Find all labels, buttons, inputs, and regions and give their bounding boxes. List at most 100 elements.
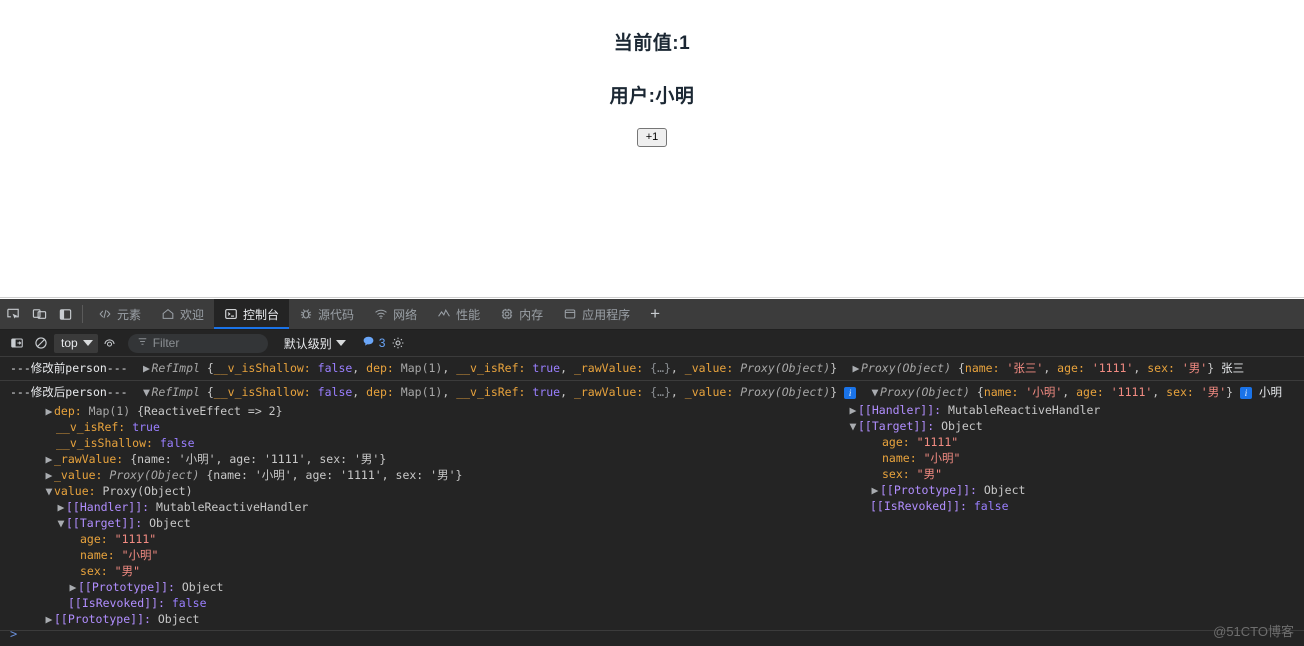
disclosure-triangle[interactable]: ▼ bbox=[870, 384, 880, 400]
console-filter-input[interactable]: Filter bbox=[127, 333, 268, 353]
tree-row-isrevoked[interactable]: [[IsRevoked]]: false bbox=[10, 595, 1304, 611]
prop-name: __v_isShallow: bbox=[213, 361, 311, 375]
prop-value: '张三' bbox=[1006, 361, 1044, 375]
disclosure-triangle[interactable]: ▼ bbox=[56, 515, 66, 531]
prop-name: age: bbox=[1076, 385, 1104, 399]
log-level-select[interactable]: 默认级别 bbox=[284, 335, 346, 352]
disclosure-triangle[interactable]: ▼ bbox=[44, 483, 54, 499]
console-input-prompt[interactable]: > bbox=[10, 626, 17, 642]
prop-name: [[Prototype]]: bbox=[880, 483, 977, 497]
disclosure-triangle[interactable]: ▶ bbox=[44, 611, 54, 627]
tab-welcome[interactable]: 欢迎 bbox=[151, 299, 214, 329]
disclosure-triangle[interactable]: ▼ bbox=[141, 384, 151, 400]
devtools-panel: 元素 欢迎 控制台 源代码 网络 性能 内存 应用程序 + top Filter… bbox=[0, 299, 1304, 646]
disclosure-triangle[interactable]: ▶ bbox=[44, 451, 54, 467]
console-message-row[interactable]: ---修改后person--- ▼ RefImpl {__v_isShallow:… bbox=[0, 381, 1304, 631]
brace-close: } bbox=[1207, 361, 1215, 375]
info-badge-icon[interactable]: i bbox=[844, 386, 857, 399]
tree-row-isref[interactable]: __v_isRef: true bbox=[10, 419, 1304, 435]
prop-value: Proxy(Object) bbox=[740, 385, 831, 399]
disclosure-triangle[interactable]: ▶ bbox=[56, 499, 66, 515]
disclosure-triangle[interactable]: ▶ bbox=[870, 482, 880, 498]
add-tab-button[interactable]: + bbox=[640, 299, 670, 329]
tree-row-prototype[interactable]: ▶ [[Prototype]]: Object bbox=[848, 482, 1100, 498]
clear-console-icon[interactable] bbox=[30, 333, 52, 353]
page-content: 当前值:1 用户:小明 +1 bbox=[0, 0, 1304, 147]
application-window-icon bbox=[563, 307, 577, 321]
prop-name: [[Prototype]]: bbox=[78, 580, 175, 594]
tab-application[interactable]: 应用程序 bbox=[553, 299, 640, 329]
tree-row-name[interactable]: name: "小明" bbox=[848, 450, 1100, 466]
tree-row-rawvalue[interactable]: ▶ _rawValue: {name: '小明', age: '1111', se… bbox=[10, 451, 1304, 467]
prop-name: [[Prototype]]: bbox=[54, 612, 151, 626]
object-tree-right: ▶ [[Handler]]: MutableReactiveHandler ▼[[… bbox=[848, 402, 1101, 514]
issues-counter[interactable]: 3 bbox=[362, 335, 386, 351]
object-constructor: Proxy(Object) bbox=[861, 361, 952, 375]
issues-count: 3 bbox=[378, 336, 386, 350]
prop-name: value: bbox=[54, 484, 96, 498]
disclosure-triangle[interactable]: ▶ bbox=[851, 360, 861, 376]
disclosure-triangle[interactable]: ▶ bbox=[848, 402, 858, 418]
memory-chip-icon bbox=[500, 307, 514, 321]
prop-name: __v_isRef: bbox=[56, 420, 126, 434]
tab-console[interactable]: 控制台 bbox=[214, 299, 290, 329]
tree-row-age[interactable]: age: "1111" bbox=[848, 434, 1100, 450]
disclosure-triangle[interactable]: ▶ bbox=[68, 579, 78, 595]
disclosure-triangle[interactable]: ▶ bbox=[44, 467, 54, 483]
tree-row-isshallow[interactable]: __v_isShallow: false bbox=[10, 435, 1304, 451]
tree-row-isrevoked[interactable]: [[IsRevoked]]: false bbox=[848, 498, 1100, 514]
prop-value: '1111' bbox=[1110, 385, 1153, 399]
gear-icon[interactable] bbox=[387, 333, 409, 353]
tree-row-handler[interactable]: ▶ [[Handler]]: MutableReactiveHandler bbox=[10, 499, 1304, 515]
disclosure-triangle[interactable]: ▼ bbox=[848, 418, 858, 434]
console-message-list[interactable]: ---修改前person--- ▶ RefImpl {__v_isShallow:… bbox=[0, 357, 1304, 646]
prop-value: {ReactiveEffect => 2} bbox=[137, 404, 283, 418]
prop-value: Proxy(Object) bbox=[740, 361, 831, 375]
tree-row-sex[interactable]: sex: "男" bbox=[10, 563, 1304, 579]
dock-side-icon[interactable] bbox=[52, 299, 78, 329]
live-expression-icon[interactable] bbox=[100, 333, 122, 353]
log-tail-value: 张三 bbox=[1221, 363, 1245, 375]
tree-row-value-underscore[interactable]: ▶ _value: Proxy(Object) {name: '小明', age:… bbox=[10, 467, 1304, 483]
tab-label: 欢迎 bbox=[180, 307, 205, 322]
tab-memory[interactable]: 内存 bbox=[490, 299, 553, 329]
console-sidebar-icon[interactable] bbox=[6, 333, 28, 353]
tree-row-name[interactable]: name: "小明" bbox=[10, 547, 1304, 563]
tree-row-sex[interactable]: sex: "男" bbox=[848, 466, 1100, 482]
tab-performance[interactable]: 性能 bbox=[427, 299, 490, 329]
prop-name: sex: bbox=[1166, 385, 1194, 399]
disclosure-triangle[interactable]: ▶ bbox=[44, 403, 54, 419]
tab-elements[interactable]: 元素 bbox=[88, 299, 151, 329]
prop-name: [[Target]]: bbox=[858, 419, 935, 433]
prop-name: age: bbox=[882, 435, 910, 449]
execution-context-select[interactable]: top bbox=[54, 333, 98, 353]
device-toolbar-icon[interactable] bbox=[26, 299, 52, 329]
prop-value: Proxy(Object) bbox=[102, 484, 193, 498]
filter-icon bbox=[137, 336, 148, 350]
prop-name: _rawValue: bbox=[573, 361, 644, 375]
home-icon bbox=[161, 307, 175, 321]
tab-network[interactable]: 网络 bbox=[364, 299, 427, 329]
tree-row-target[interactable]: ▼ [[Target]]: Object bbox=[848, 418, 1100, 434]
prop-value: false bbox=[317, 361, 353, 375]
prop-name: _value: bbox=[684, 361, 734, 375]
tree-row-dep[interactable]: ▶ dep: Map(1) {ReactiveEffect => 2} bbox=[10, 403, 1304, 419]
disclosure-triangle[interactable]: ▶ bbox=[141, 360, 151, 376]
tree-row-target[interactable]: ▼ [[Target]]: Object bbox=[10, 515, 1304, 531]
brace-close: } bbox=[830, 385, 838, 399]
info-badge-icon[interactable]: i bbox=[1240, 386, 1253, 399]
inspect-element-icon[interactable] bbox=[0, 299, 26, 329]
object-tree-left: ▶ dep: Map(1) {ReactiveEffect => 2} __v_i… bbox=[10, 401, 1304, 627]
tree-row-prototype[interactable]: ▶ [[Prototype]]: Object bbox=[10, 579, 1304, 595]
increment-button[interactable]: +1 bbox=[636, 128, 668, 147]
toolbar-divider bbox=[82, 305, 83, 323]
performance-gauge-icon bbox=[437, 307, 451, 321]
tree-row-age[interactable]: age: "1111" bbox=[10, 531, 1304, 547]
tree-row-prototype-root[interactable]: ▶ [[Prototype]]: Object bbox=[10, 611, 1304, 627]
tree-row-handler[interactable]: ▶ [[Handler]]: MutableReactiveHandler bbox=[848, 402, 1101, 418]
tree-row-value[interactable]: ▼ value: Proxy(Object) bbox=[10, 483, 1304, 499]
console-message-line: ---修改前person--- ▶ RefImpl {__v_isShallow:… bbox=[10, 360, 1245, 376]
wifi-icon bbox=[374, 307, 388, 321]
console-message-row[interactable]: ---修改前person--- ▶ RefImpl {__v_isShallow:… bbox=[0, 357, 1304, 381]
tab-sources[interactable]: 源代码 bbox=[289, 299, 364, 329]
